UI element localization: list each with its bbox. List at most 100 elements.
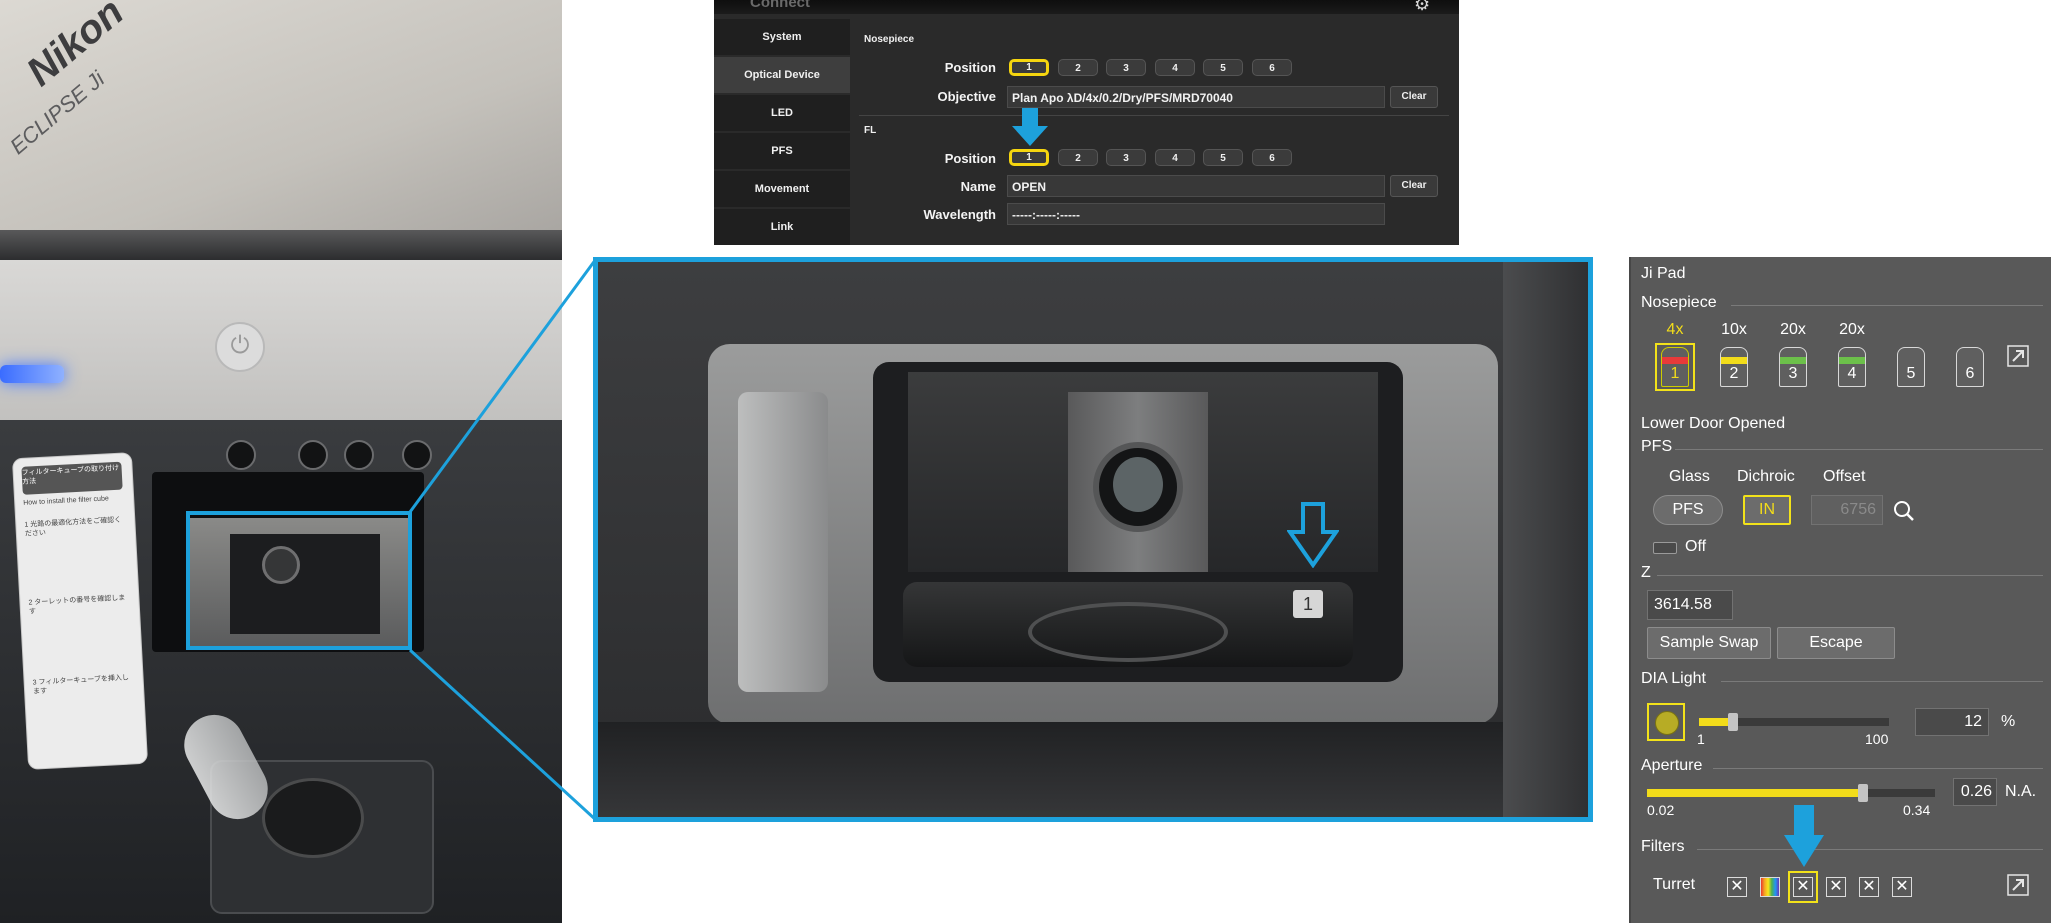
objective-number: 2 [1729, 365, 1739, 382]
cube-lens-glass [1113, 457, 1163, 512]
connector-port [344, 440, 374, 470]
pfs-dichroic-label: Dichroic [1737, 468, 1795, 485]
expand-icon[interactable] [2007, 874, 2029, 896]
down-arrow-icon [1784, 805, 1824, 867]
dia-light-slider[interactable] [1699, 713, 1889, 731]
filters-label: Filters [1641, 838, 1685, 855]
nav-pfs[interactable]: PFS [714, 133, 850, 171]
aperture-value[interactable]: 0.26 [1953, 778, 1997, 806]
pfs-offset-field[interactable]: 6756 [1811, 495, 1883, 525]
dia-light-fill [1699, 718, 1730, 726]
microscope-photo: Nikon ECLIPSE Ji ⏻ フィルターキューブの取り付け方法 How … [0, 0, 562, 923]
frame-left-block [738, 392, 828, 692]
selected-filter-highlight [1788, 871, 1818, 903]
filter-slot-6[interactable]: ✕ [1892, 877, 1912, 897]
power-button: ⏻ [215, 322, 265, 372]
sample-swap-button[interactable]: Sample Swap [1647, 627, 1771, 659]
objective-mag: 20x [1780, 321, 1806, 338]
fl-name-clear-button[interactable]: Clear [1390, 175, 1438, 197]
dia-light-label: DIA Light [1641, 670, 1706, 687]
dia-light-toggle[interactable] [1647, 703, 1685, 741]
connector-port [402, 440, 432, 470]
filter-slot-5[interactable]: ✕ [1859, 877, 1879, 897]
nosepiece-label: Nosepiece [1641, 294, 1717, 311]
instruction-label: フィルターキューブの取り付け方法 How to install the filt… [11, 452, 149, 770]
dichroic-in-button[interactable]: IN [1743, 495, 1791, 525]
objective-4[interactable]: 20x 4 [1834, 321, 1870, 389]
dia-light-min: 1 [1697, 731, 1705, 747]
nosepiece-position-3[interactable]: 3 [1106, 59, 1146, 76]
connect-panel: Connect ⚙ System Optical Device LED PFS … [714, 0, 1459, 245]
dia-light-max: 100 [1865, 731, 1889, 747]
dia-light-value[interactable]: 12 [1915, 708, 1989, 736]
lower-door-status: Lower Door Opened [1641, 415, 1786, 432]
connect-titlebar [714, 0, 1459, 14]
search-icon[interactable] [1893, 500, 1915, 522]
nav-optical-device[interactable]: Optical Device [714, 57, 850, 95]
objective-field[interactable]: Plan Apo λD/4x/0.2/Dry/PFS/MRD70040 [1007, 86, 1385, 108]
turret-label: Turret [1653, 876, 1696, 893]
front-panel [0, 260, 562, 420]
filter-slot-4[interactable]: ✕ [1826, 877, 1846, 897]
nosepiece-section-title: Nosepiece [864, 34, 915, 45]
objective-label: Objective [937, 89, 996, 104]
fl-position-1[interactable]: 1 [1009, 149, 1049, 166]
down-arrow-outline-icon [1287, 502, 1339, 568]
aperture-thumb[interactable] [1858, 784, 1868, 802]
turret-ring [1028, 602, 1228, 662]
fl-position-label: Position [944, 151, 996, 166]
aperture-slider[interactable] [1647, 784, 1935, 802]
section-divider [859, 115, 1449, 116]
divider [1657, 575, 2043, 576]
divider [1675, 449, 2043, 450]
aperture-unit: N.A. [2005, 783, 2037, 800]
fl-position-4[interactable]: 4 [1155, 149, 1195, 166]
fl-name-field[interactable]: OPEN [1007, 175, 1385, 197]
objective-2[interactable]: 10x 2 [1716, 321, 1752, 389]
nosepiece-position-2[interactable]: 2 [1058, 59, 1098, 76]
objective-mag: 4x [1666, 321, 1684, 338]
filter-slot-2-color[interactable] [1760, 877, 1780, 897]
nosepiece-position-label: Position [944, 60, 996, 75]
nav-led[interactable]: LED [714, 95, 850, 133]
nav-link[interactable]: Link [714, 209, 850, 245]
nosepiece-position-1[interactable]: 1 [1009, 59, 1049, 76]
photo-right-side [1503, 262, 1588, 817]
gear-icon[interactable]: ⚙ [1414, 0, 1430, 15]
z-position-field[interactable]: 3614.58 [1647, 590, 1733, 620]
objective-color-band [1780, 357, 1806, 364]
objective-6[interactable]: 6 [1952, 347, 1988, 389]
dia-light-unit: % [2001, 713, 2016, 730]
selected-objective-highlight [1655, 343, 1695, 391]
nav-movement[interactable]: Movement [714, 171, 850, 209]
expand-icon[interactable] [2007, 345, 2029, 367]
objective-clear-button[interactable]: Clear [1390, 86, 1438, 108]
nosepiece-position-6[interactable]: 6 [1252, 59, 1292, 76]
label-step: 2 ターレットの番号を確認します [28, 594, 126, 616]
nosepiece-position-4[interactable]: 4 [1155, 59, 1195, 76]
objective-color-band [1721, 357, 1747, 364]
objective-mag: 10x [1721, 321, 1747, 338]
connect-nav: System Optical Device LED PFS Movement L… [714, 19, 850, 245]
dia-light-thumb[interactable] [1728, 713, 1738, 731]
nosepiece-position-5[interactable]: 5 [1203, 59, 1243, 76]
fl-position-6[interactable]: 6 [1252, 149, 1292, 166]
objective-3[interactable]: 20x 3 [1775, 321, 1811, 389]
fl-position-3[interactable]: 3 [1106, 149, 1146, 166]
turret-position-tag: 1 [1293, 590, 1323, 618]
pfs-toggle-button[interactable]: PFS [1653, 495, 1723, 525]
label-step: 1 光路の最適化方法をご確認ください [24, 516, 122, 538]
fl-name-label: Name [960, 179, 996, 194]
pfs-off-label: Off [1685, 538, 1707, 555]
wavelength-field[interactable]: -----:-----:----- [1007, 203, 1385, 225]
filter-slot-1[interactable]: ✕ [1727, 877, 1747, 897]
fl-section-title: FL [864, 125, 877, 136]
fl-position-2[interactable]: 2 [1058, 149, 1098, 166]
fl-position-5[interactable]: 5 [1203, 149, 1243, 166]
pfs-glass-label: Glass [1669, 468, 1710, 485]
microscope-rim [0, 230, 562, 260]
z-label: Z [1641, 564, 1651, 581]
escape-button[interactable]: Escape [1777, 627, 1895, 659]
nav-system[interactable]: System [714, 19, 850, 57]
objective-5[interactable]: 5 [1893, 347, 1929, 389]
